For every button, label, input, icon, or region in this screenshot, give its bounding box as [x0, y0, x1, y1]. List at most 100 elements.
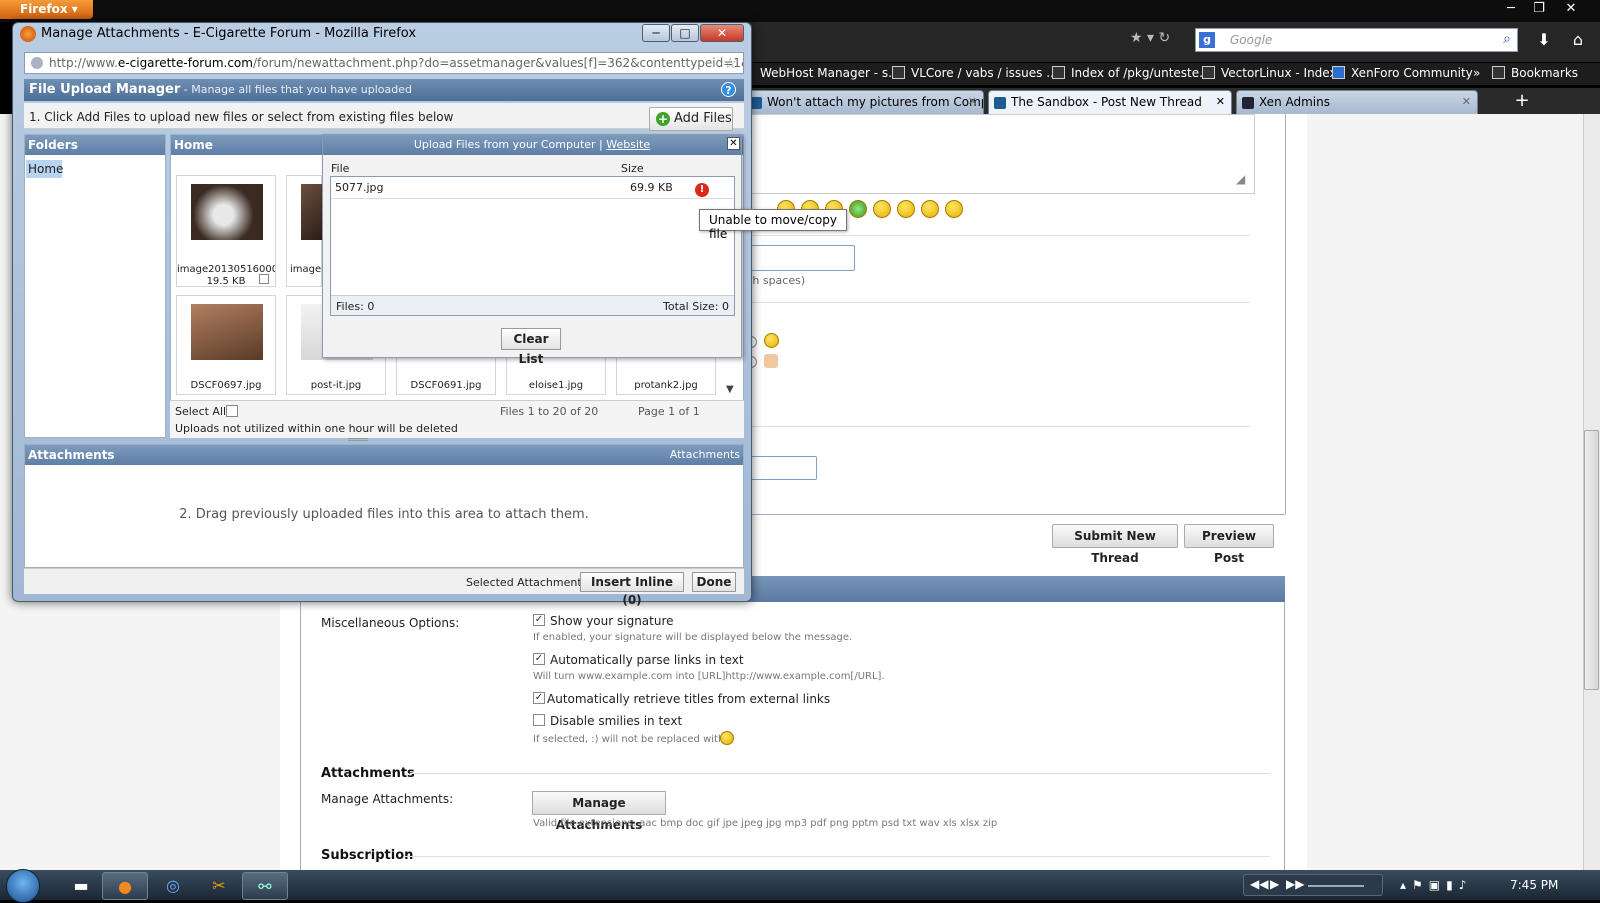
window-maximize-icon[interactable]: □: [671, 24, 699, 42]
done-button[interactable]: Done: [692, 572, 736, 592]
firefox-menu-button[interactable]: Firefox ▾: [0, 0, 93, 19]
smiley-icon[interactable]: [849, 200, 867, 218]
resize-grip-icon[interactable]: ◢: [1236, 172, 1245, 186]
parse-links-checkbox[interactable]: ✓: [533, 653, 545, 665]
folders-panel: Folders: [24, 134, 166, 438]
bookmark-item[interactable]: Index of /pkg/unteste...: [1052, 66, 1211, 80]
total-size: Total Size: 0: [663, 300, 729, 313]
insert-inline-button[interactable]: Insert Inline (0): [580, 572, 684, 607]
disable-smilies-checkbox[interactable]: [533, 714, 545, 726]
download-icon[interactable]: ⬇: [1534, 30, 1554, 50]
subscription-section-title: Subscription: [321, 848, 414, 863]
media-controls[interactable]: ◀◀ ▶ ▶▶: [1243, 874, 1383, 896]
help-icon[interactable]: ?: [721, 82, 736, 97]
minimize-icon[interactable]: ─: [1496, 0, 1526, 18]
upload-list-footer: Files: 0 Total Size: 0: [331, 295, 734, 315]
tags-input[interactable]: [745, 245, 855, 271]
bookmark-item[interactable]: WebHost Manager - s...: [760, 66, 900, 80]
bookmark-star-icon[interactable]: ★ ▾ ↻: [1130, 30, 1170, 46]
window-minimize-icon[interactable]: ─: [642, 24, 670, 42]
tab-wont-attach[interactable]: Won't attach my pictures from Comp... ✕: [744, 90, 984, 114]
files-footer: Select All Files 1 to 20 of 20 Page 1 of…: [170, 400, 744, 438]
upload-file-row[interactable]: [331, 177, 734, 199]
section-header-bar: [735, 576, 1285, 602]
media-player-icon[interactable]: ◎: [150, 872, 196, 900]
smiley-icon[interactable]: [921, 200, 939, 218]
submit-new-thread-button[interactable]: Submit New Thread: [1052, 524, 1178, 565]
smiley-icon[interactable]: [897, 200, 915, 218]
smiley-icon[interactable]: [873, 200, 891, 218]
tools-icon[interactable]: ✂: [196, 872, 242, 900]
address-bar[interactable]: http://www.e-cigarette-forum.com/forum/n…: [24, 52, 744, 74]
new-tab-button[interactable]: +: [1508, 90, 1536, 114]
bookmarks-overflow-icon[interactable]: »: [1473, 66, 1480, 80]
files-count: Files 1 to 20 of 20: [500, 405, 599, 418]
previous-icon[interactable]: ◀◀: [1250, 877, 1268, 891]
website-link[interactable]: Website: [606, 138, 650, 151]
post-icon-smiley: [764, 333, 779, 348]
splitter-handle[interactable]: [348, 438, 368, 441]
globe-icon: [31, 57, 43, 69]
error-icon[interactable]: !: [695, 183, 709, 197]
restore-icon[interactable]: ❐: [1524, 0, 1554, 18]
preview-post-button[interactable]: Preview Post: [1184, 524, 1274, 565]
panel-border: [740, 514, 1285, 515]
clear-list-button[interactable]: Clear List: [501, 328, 561, 366]
file-thumbnail[interactable]: image20: [286, 175, 323, 287]
title-bar: [0, 0, 1600, 22]
tab-xen-admins[interactable]: Xen Admins ✕: [1236, 90, 1478, 114]
tab-strip: Won't attach my pictures from Comp... ✕ T…: [740, 88, 1600, 114]
firefox-taskbar-icon[interactable]: ●: [102, 872, 148, 900]
retrieve-titles-checkbox[interactable]: ✓: [533, 692, 545, 704]
home-icon[interactable]: ⌂: [1568, 30, 1588, 50]
smiley-icon[interactable]: [945, 200, 963, 218]
upload-file-name: 5077.jpg: [335, 181, 384, 194]
explorer-icon[interactable]: ▬: [58, 872, 104, 900]
tab-close-icon[interactable]: ✕: [1216, 95, 1225, 108]
folder-home[interactable]: Home: [26, 160, 63, 178]
scroll-down-icon[interactable]: ▼: [726, 384, 734, 395]
add-files-button[interactable]: + Add Files: [649, 107, 733, 131]
bookmark-item[interactable]: VLCore / vabs / issues ...: [892, 66, 1058, 80]
file-upload-manager-header: File Upload Manager - Manage all files t…: [24, 79, 744, 101]
volume-slider[interactable]: [1308, 885, 1364, 887]
file-thumbnail[interactable]: image201305160008.jp 19.5 KB: [176, 175, 276, 287]
tab-close-icon[interactable]: ✕: [1462, 95, 1471, 108]
thumbnail-image: [191, 184, 263, 240]
search-icon[interactable]: ⌕: [1503, 31, 1511, 47]
start-button[interactable]: [6, 869, 40, 903]
page-info: Page 1 of 1: [638, 405, 700, 418]
play-icon[interactable]: ▶: [1270, 877, 1279, 891]
manage-attachments-button[interactable]: Manage Attachments: [532, 791, 666, 832]
show-signature-checkbox[interactable]: ✓: [533, 614, 545, 626]
bookmark-star-icon[interactable]: ☆: [724, 54, 737, 72]
divider: [740, 235, 1250, 236]
bookmark-item[interactable]: XenForo Community: [1332, 66, 1473, 80]
file-thumbnail[interactable]: DSCF0697.jpg: [176, 295, 276, 395]
scrollbar-thumb[interactable]: [1584, 430, 1599, 690]
tab-close-icon[interactable]: ✕: [968, 95, 977, 108]
upload-close-icon[interactable]: ✕: [727, 137, 740, 150]
attachments-header: Attachments Attachments: [25, 445, 743, 465]
show-signature-label: Show your signature: [550, 614, 674, 628]
bookmarks-menu[interactable]: Bookmarks: [1492, 66, 1578, 80]
forum-favicon: [994, 97, 1006, 109]
show-signature-hint: If enabled, your signature will be displ…: [533, 632, 853, 643]
bookmarks-icon: [1492, 66, 1505, 79]
next-icon[interactable]: ▶▶: [1286, 877, 1304, 891]
search-box[interactable]: g Google ⌕: [1195, 28, 1518, 52]
thumbnail-image: [191, 304, 263, 360]
bookmark-item[interactable]: VectorLinux - Index: [1202, 66, 1337, 80]
poll-input[interactable]: [745, 456, 817, 480]
message-editor[interactable]: [735, 114, 1255, 194]
tray-icons[interactable]: ▴⚑▣▮♪: [1400, 878, 1472, 892]
window-close-icon[interactable]: ✕: [700, 24, 744, 42]
tab-sandbox[interactable]: The Sandbox - Post New Thread ✕: [988, 90, 1232, 114]
valid-extensions-text: Valid file extensions: aac bmp doc gif j…: [533, 818, 998, 829]
misc-options-label: Miscellaneous Options:: [321, 616, 460, 630]
google-icon: g: [1199, 32, 1215, 48]
file-select-checkbox[interactable]: [259, 274, 269, 284]
network-app-icon[interactable]: ⚯: [242, 872, 288, 900]
close-icon[interactable]: ✕: [1556, 0, 1586, 18]
select-all-checkbox[interactable]: [226, 405, 238, 417]
